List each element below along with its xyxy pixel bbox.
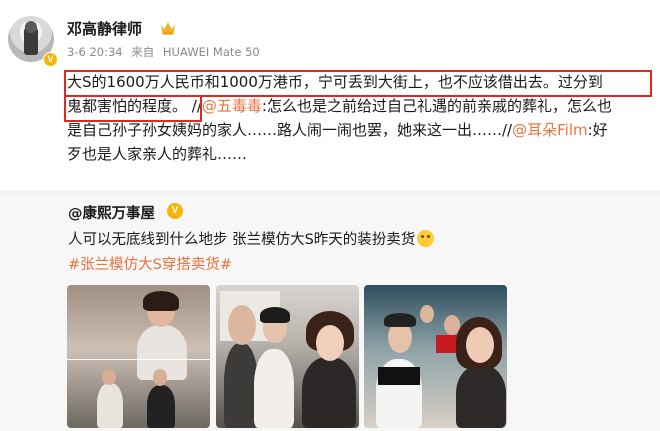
person-face — [420, 305, 434, 323]
post-body-line: 是自己孙子孙女姨妈的家人……路人闹一闹也罢，她来这一出……//@耳朵Film:好 — [67, 118, 647, 142]
mention-link[interactable]: @耳朵Film — [512, 121, 587, 139]
post-body-segment: 鬼都害怕的程度。 — [67, 97, 188, 115]
verified-badge-icon: V — [167, 203, 183, 219]
repost-image-thumbnail[interactable] — [216, 285, 359, 428]
top-garment — [378, 367, 420, 385]
post-body-line: 大S的1600万人民币和1000万港币，宁可丢到大街上，也不应该借出去。过分到 — [67, 73, 603, 91]
person-face — [316, 325, 344, 361]
person-face — [466, 327, 494, 363]
post-source-prefix: 来自 — [131, 45, 155, 59]
post-body-segment: :好 — [587, 121, 608, 139]
author-name[interactable]: 邓高静律师 — [67, 18, 142, 39]
person-figure — [224, 343, 258, 428]
person-figure — [302, 357, 356, 428]
post-body-segment: :怎么也是之前给过自己礼遇的前亲戚的葬礼，怎么也 — [261, 97, 612, 115]
post-body: 大S的1600万人民币和1000万港币，宁可丢到大街上，也不应该借出去。过分到 … — [67, 70, 647, 166]
person-figure — [147, 385, 175, 428]
hashtag-link[interactable]: #张兰模仿大S穿搭卖货# — [68, 253, 232, 274]
person-face — [153, 369, 167, 386]
hair-shape — [384, 313, 416, 327]
repost-text: 人可以无底线到什么地步 张兰模仿大S昨天的装扮卖货 — [68, 228, 435, 249]
mention-link[interactable]: @五毒毒 — [202, 97, 262, 115]
avatar-head — [25, 21, 37, 33]
person-face — [228, 305, 256, 345]
gift-box — [436, 335, 458, 353]
grin-emoji-icon — [417, 230, 435, 247]
person-figure — [456, 365, 506, 428]
hair-shape — [260, 307, 290, 323]
repost-author[interactable]: @康熙万事屋 — [68, 202, 155, 223]
post-body-segment: 是自己孙子孙女姨妈的家人……路人闹一闹也罢，她来这一出……// — [67, 121, 513, 139]
post-time: 3-6 20:34 — [67, 45, 123, 59]
repost-image-thumbnail[interactable] — [364, 285, 507, 428]
post-body-line: 歹也是人家亲人的葬礼…… — [67, 145, 248, 163]
image-divider — [67, 359, 210, 360]
person-face — [102, 369, 116, 385]
weibo-post: V 邓高静律师 3-6 20:34 来自 HUAWEI Mate 50 大S的1… — [0, 0, 660, 190]
repost-text-content: 人可以无底线到什么地步 张兰模仿大S昨天的装扮卖货 — [68, 232, 416, 248]
person-figure — [254, 349, 294, 428]
person-figure — [97, 383, 123, 428]
hair-shape — [143, 291, 179, 311]
verified-badge-icon: V — [43, 52, 58, 67]
post-source-device[interactable]: HUAWEI Mate 50 — [163, 45, 260, 59]
post-body-segment: // — [187, 97, 202, 115]
crown-icon — [161, 22, 175, 35]
post-body-line: 鬼都害怕的程度。 //@五毒毒:怎么也是之前给过自己礼遇的前亲戚的葬礼，怎么也 — [67, 94, 647, 118]
post-meta: 3-6 20:34 来自 HUAWEI Mate 50 — [67, 44, 265, 60]
repost-image-thumbnail[interactable] — [67, 285, 210, 428]
reposted-post[interactable]: @康熙万事屋 V 人可以无底线到什么地步 张兰模仿大S昨天的装扮卖货 #张兰模仿… — [0, 196, 660, 431]
